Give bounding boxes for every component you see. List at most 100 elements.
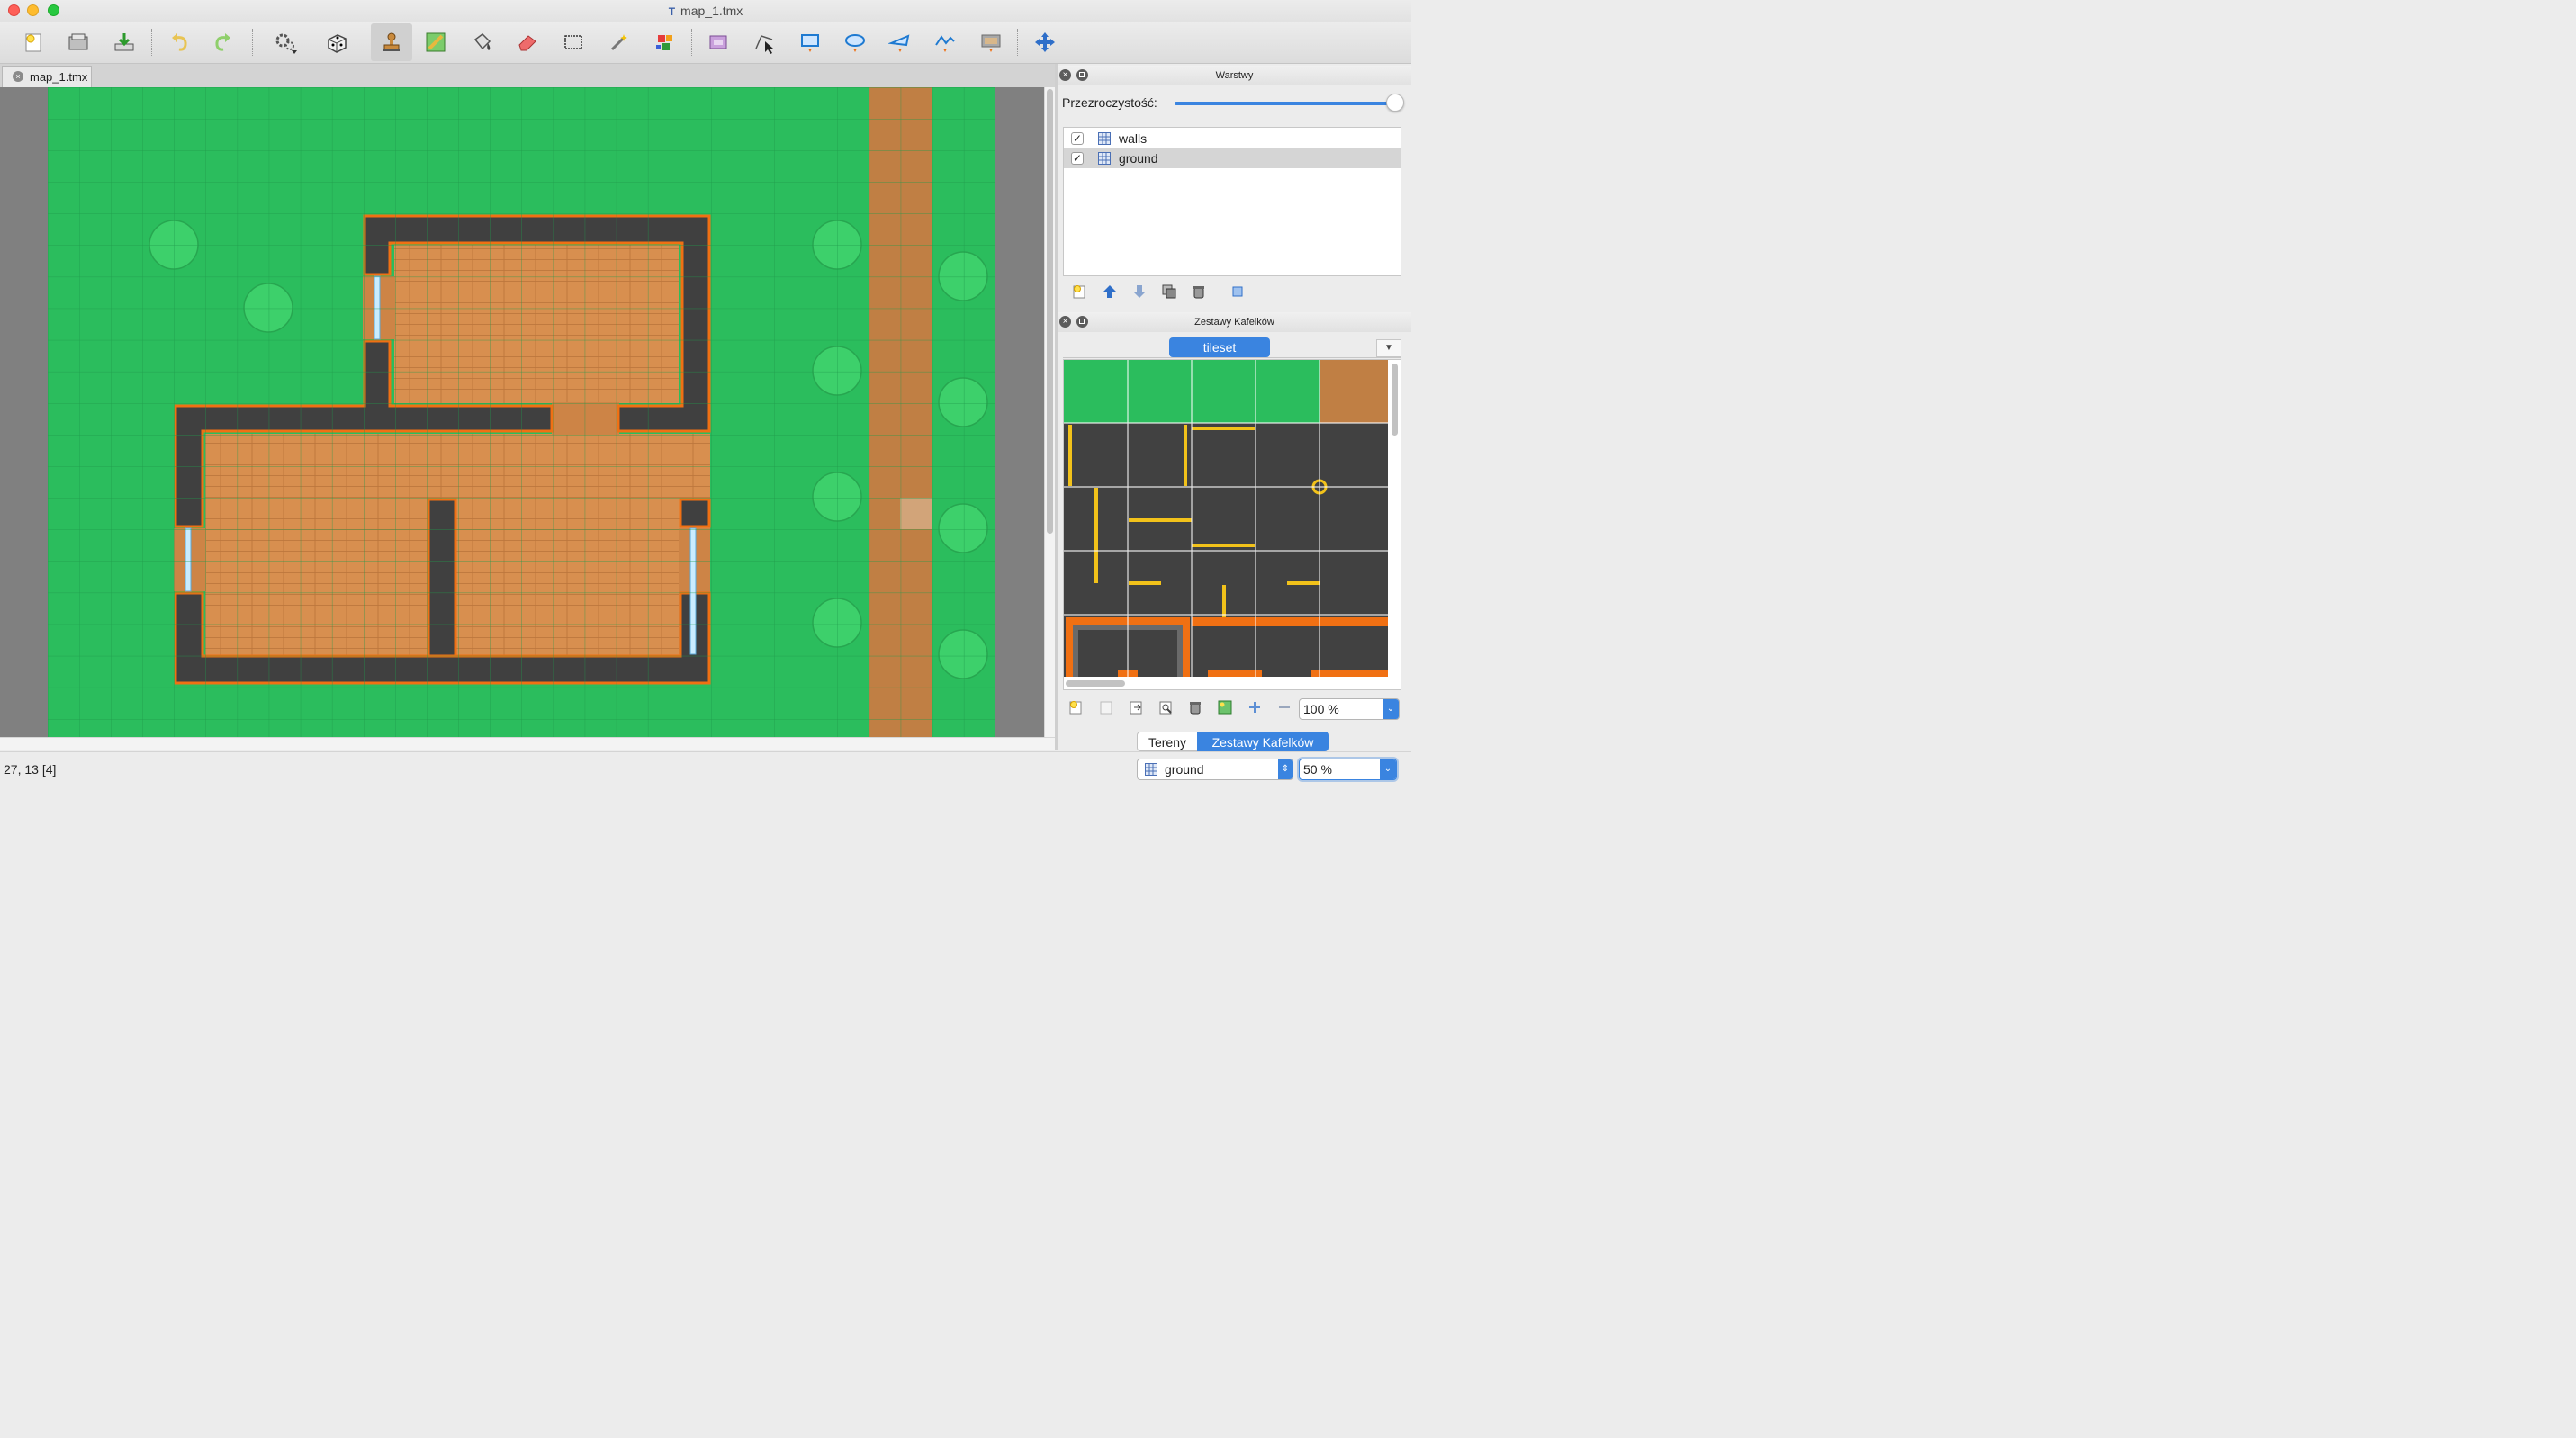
insert-polyline-button[interactable]: [930, 27, 960, 58]
tileset-buttons: 100 % ⌄: [1063, 696, 1407, 723]
edit-polygons-button[interactable]: [749, 27, 779, 58]
map-zoom-value[interactable]: 50 %: [1303, 762, 1332, 777]
save-map-icon: [114, 33, 134, 51]
map-zoom-combo[interactable]: 50 % ⌄: [1299, 759, 1397, 780]
opacity-slider-handle[interactable]: [1386, 94, 1404, 112]
redo-button[interactable]: [207, 27, 238, 58]
tile-grid: [48, 87, 995, 737]
edit-tileset-button[interactable]: [1156, 698, 1175, 716]
layers-dock-title: Warstwy: [1215, 70, 1254, 81]
close-dock-icon[interactable]: ×: [1059, 316, 1071, 328]
tile-layer-icon: [1098, 132, 1111, 145]
redo-icon: [215, 33, 230, 51]
tilesets-panel: tileset ▼ 100 % ⌄: [1058, 332, 1411, 750]
select-same-tile-button[interactable]: [650, 27, 680, 58]
main-toolbar: [0, 22, 1411, 64]
save-map-button[interactable]: [109, 27, 140, 58]
insert-image-icon: [709, 35, 727, 49]
open-map-icon: [68, 33, 88, 50]
insert-polygon-button[interactable]: [885, 27, 915, 58]
current-layer-combo[interactable]: ground ⇕: [1137, 759, 1293, 780]
rectangular-select-button[interactable]: [558, 27, 589, 58]
layer-buttons: [1063, 280, 1401, 303]
new-map-button[interactable]: [18, 27, 49, 58]
tileset-view[interactable]: [1063, 359, 1401, 690]
map-vertical-scroll-thumb[interactable]: [1047, 89, 1053, 534]
chevron-down-icon[interactable]: ⌄: [1383, 699, 1399, 719]
remove-tileset-button[interactable]: [1185, 698, 1205, 716]
lower-layer-button[interactable]: [1130, 283, 1149, 301]
open-map-button[interactable]: [63, 27, 94, 58]
duplicate-icon: [1162, 284, 1176, 299]
new-tileset-button[interactable]: [1067, 698, 1086, 716]
opacity-slider[interactable]: [1175, 102, 1394, 105]
tileset-image[interactable]: [1064, 360, 1388, 677]
random-mode-button[interactable]: [321, 27, 352, 58]
float-dock-icon[interactable]: [1076, 69, 1088, 81]
layer-visibility-checkbox[interactable]: ✓: [1071, 132, 1084, 145]
tilesets-dock-title: Zestawy Kafelków: [1194, 317, 1274, 328]
eraser-button[interactable]: [512, 27, 543, 58]
window-close-button[interactable]: [8, 4, 20, 16]
zoom-in-button[interactable]: [1245, 698, 1265, 716]
float-dock-icon[interactable]: [1076, 316, 1088, 328]
window-title: map_1.tmx: [680, 4, 743, 18]
add-layer-button[interactable]: [1070, 283, 1090, 301]
raise-layer-button[interactable]: [1100, 283, 1120, 301]
close-tab-icon[interactable]: ×: [13, 71, 23, 82]
tileset-zoom-value: 100 %: [1303, 702, 1339, 716]
bucket-fill-button[interactable]: [466, 27, 497, 58]
insert-ellipse-button[interactable]: [840, 27, 870, 58]
export-tileset-icon: [1130, 701, 1142, 715]
magic-wand-button[interactable]: [604, 27, 635, 58]
duplicate-layer-button[interactable]: [1159, 283, 1179, 301]
terrain-brush-icon: [426, 32, 446, 52]
tileset-horizontal-scroll-thumb[interactable]: [1066, 680, 1125, 687]
edit-polygons-icon: [755, 35, 773, 54]
map-vertical-scrollbar[interactable]: [1044, 87, 1055, 737]
plus-icon: [1249, 702, 1260, 713]
show-other-layers-button[interactable]: [1229, 283, 1248, 301]
terrain-brush-button[interactable]: [420, 27, 451, 58]
opacity-label: Przezroczystość:: [1062, 95, 1157, 110]
move-button[interactable]: [1030, 27, 1060, 58]
command-button[interactable]: [270, 27, 301, 58]
chevron-down-icon[interactable]: ⌄: [1380, 759, 1396, 779]
insert-rectangle-icon: [801, 34, 819, 52]
embed-tileset-button[interactable]: [1096, 698, 1116, 716]
status-bar: 27, 13 [4] ground ⇕ 50 % ⌄: [0, 751, 1411, 788]
magic-wand-icon: [610, 34, 627, 51]
insert-image-button[interactable]: [703, 27, 734, 58]
window-minimize-button[interactable]: [27, 4, 39, 16]
undo-button[interactable]: [165, 27, 195, 58]
layer-visibility-checkbox[interactable]: ✓: [1071, 152, 1084, 165]
trash-icon: [1190, 702, 1201, 715]
stamp-from-tileset-button[interactable]: [1215, 698, 1235, 716]
chevron-updown-icon[interactable]: ⇕: [1278, 759, 1293, 779]
map-horizontal-scrollbar[interactable]: [0, 737, 1055, 750]
window-zoom-button[interactable]: [48, 4, 59, 16]
tileset-zoom-combo[interactable]: 100 % ⌄: [1299, 698, 1400, 720]
document-tab[interactable]: × map_1.tmx: [2, 66, 92, 87]
layer-row-walls[interactable]: ✓ walls: [1064, 129, 1401, 148]
tileset-tab[interactable]: tileset: [1169, 337, 1270, 357]
close-dock-icon[interactable]: ×: [1059, 69, 1071, 81]
undo-icon: [172, 33, 187, 51]
tile-map[interactable]: [48, 87, 995, 737]
zoom-out-button[interactable]: [1274, 698, 1294, 716]
tileset-vertical-scroll-thumb[interactable]: [1392, 364, 1398, 436]
insert-rectangle-button[interactable]: [795, 27, 825, 58]
layer-row-ground[interactable]: ✓ ground: [1064, 148, 1401, 168]
insert-tile-button[interactable]: [976, 27, 1006, 58]
stamp-brush-button[interactable]: [371, 23, 412, 61]
arrow-up-icon: [1103, 285, 1116, 298]
tileset-menu-button[interactable]: ▼: [1376, 339, 1401, 357]
title-bar: Tmap_1.tmx: [0, 0, 1411, 22]
insert-polyline-icon: [935, 35, 955, 52]
remove-layer-button[interactable]: [1189, 283, 1209, 301]
map-canvas[interactable]: [0, 87, 1044, 737]
tab-terrains[interactable]: Tereny: [1137, 732, 1198, 751]
insert-ellipse-icon: [845, 34, 865, 52]
tab-tilesets[interactable]: Zestawy Kafelków: [1197, 732, 1329, 751]
export-tileset-button[interactable]: [1126, 698, 1146, 716]
